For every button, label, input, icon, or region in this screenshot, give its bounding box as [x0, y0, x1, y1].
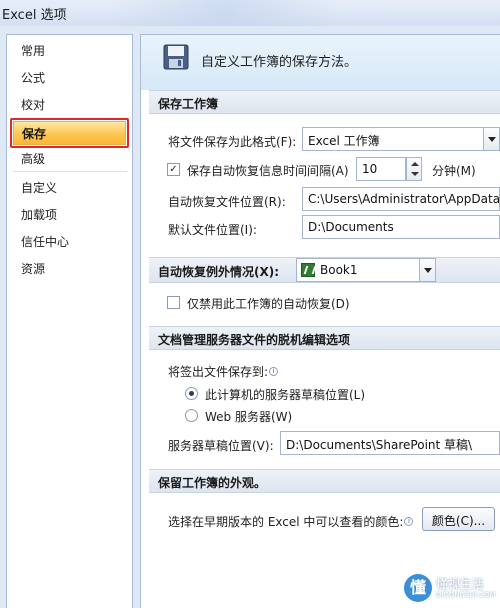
- radio-web-server-label: Web 服务器(W): [205, 410, 293, 424]
- radio-server-drafts-label: 此计算机的服务器草稿位置(L): [205, 388, 366, 402]
- disable-autorecover-checkbox[interactable]: [167, 296, 180, 309]
- save-format-dropdown[interactable]: [483, 128, 499, 150]
- save-format-value: Excel 工作簿: [308, 134, 380, 148]
- nav-item-save[interactable]: 保存: [10, 118, 129, 148]
- section-title: 保留工作簿的外观。: [158, 476, 267, 490]
- options-nav: 常用 公式 校对 保存 高级 自定义 加载项 信任中心 资源: [6, 34, 133, 608]
- title-bar: Excel 选项: [0, 0, 500, 26]
- save-format-select[interactable]: Excel 工作簿: [302, 127, 500, 151]
- nav-item-formulas[interactable]: 公式: [21, 69, 45, 86]
- spin-down-icon: [411, 172, 419, 176]
- spin-up-icon: [411, 162, 419, 166]
- section-save-workbooks: 保存工作簿: [149, 90, 500, 114]
- excel-workbook-icon: [301, 263, 315, 277]
- autorecover-checkbox[interactable]: ✓: [167, 163, 180, 176]
- nav-item-proofing[interactable]: 校对: [21, 96, 45, 113]
- workbook-value: Book1: [320, 263, 358, 277]
- section-title: 文档管理服务器文件的脱机编辑选项: [158, 333, 351, 347]
- nav-separator: [13, 171, 127, 172]
- autorecover-location-value: C:\Users\Administrator\AppData\: [308, 192, 500, 206]
- nav-item-addins[interactable]: 加载项: [21, 206, 57, 223]
- disable-autorecover-label: 仅禁用此工作簿的自动恢复(D): [187, 297, 350, 311]
- title-bar-glass: [110, 0, 340, 26]
- default-location-value: D:\Documents: [308, 220, 394, 234]
- chevron-down-icon: [488, 137, 496, 142]
- nav-item-customize[interactable]: 自定义: [21, 179, 57, 196]
- radio-web-server[interactable]: [185, 409, 198, 422]
- watermark-name: 懂视生活: [436, 577, 485, 591]
- watermark-domain: DIDONGSHI.COM: [436, 591, 496, 599]
- section-title: 自动恢复例外情况(X):: [158, 265, 280, 279]
- section-preserve-appearance: 保留工作簿的外观。: [149, 469, 500, 493]
- drafts-location-value: D:\Documents\SharePoint 草稿\: [286, 438, 473, 452]
- watermark-logo: 懂: [404, 574, 432, 602]
- nav-item-common[interactable]: 常用: [21, 42, 45, 59]
- autorecover-location-input[interactable]: C:\Users\Administrator\AppData\: [302, 187, 500, 211]
- floppy-disk-icon: [163, 44, 189, 70]
- workbook-select[interactable]: Book1: [296, 258, 436, 282]
- nav-item-resources[interactable]: 资源: [21, 260, 45, 277]
- nav-item-save-label: 保存: [22, 127, 47, 141]
- section-offline-editing: 文档管理服务器文件的脱机编辑选项: [149, 326, 500, 350]
- nav-item-advanced[interactable]: 高级: [21, 150, 45, 167]
- autorecover-minutes-input[interactable]: 10: [356, 157, 406, 181]
- default-location-label: 默认文件位置(I):: [168, 223, 257, 237]
- workbook-dropdown[interactable]: [419, 259, 435, 281]
- info-icon: i: [404, 517, 414, 526]
- section-title: 保存工作簿: [158, 97, 219, 111]
- watermark: 懂 懂视生活 DIDONGSHI.COM: [404, 572, 500, 608]
- radio-server-drafts[interactable]: [185, 387, 198, 400]
- minutes-label: 分钟(M): [432, 164, 476, 178]
- info-icon: i: [269, 367, 279, 376]
- save-checked-out-text: 将签出文件保存到:: [168, 365, 269, 379]
- content-header-text: 自定义工作簿的保存方法。: [201, 55, 358, 70]
- nav-item-trust-center[interactable]: 信任中心: [21, 233, 69, 250]
- chevron-down-icon: [424, 268, 432, 273]
- drafts-location-label: 服务器草稿位置(V):: [168, 439, 274, 453]
- colors-label: 选择在早期版本的 Excel 中可以查看的颜色: i: [168, 513, 414, 530]
- default-location-input[interactable]: D:\Documents: [302, 215, 500, 239]
- drafts-location-input[interactable]: D:\Documents\SharePoint 草稿\: [280, 431, 500, 455]
- content-header: 自定义工作簿的保存方法。: [141, 35, 500, 90]
- autorecover-location-label: 自动恢复文件位置(R):: [168, 195, 286, 209]
- autorecover-minutes-value: 10: [362, 162, 378, 176]
- colors-label-text: 选择在早期版本的 Excel 中可以查看的颜色:: [168, 515, 404, 529]
- autorecover-label: 保存自动恢复信息时间间隔(A): [187, 164, 349, 178]
- window-title: Excel 选项: [2, 8, 67, 23]
- save-checked-out-label: 将签出文件保存到: i: [168, 363, 279, 380]
- colors-button[interactable]: 颜色(C)...: [422, 507, 495, 531]
- autorecover-minutes-spinner[interactable]: [406, 157, 422, 181]
- format-label: 将文件保存为此格式(F):: [168, 135, 297, 149]
